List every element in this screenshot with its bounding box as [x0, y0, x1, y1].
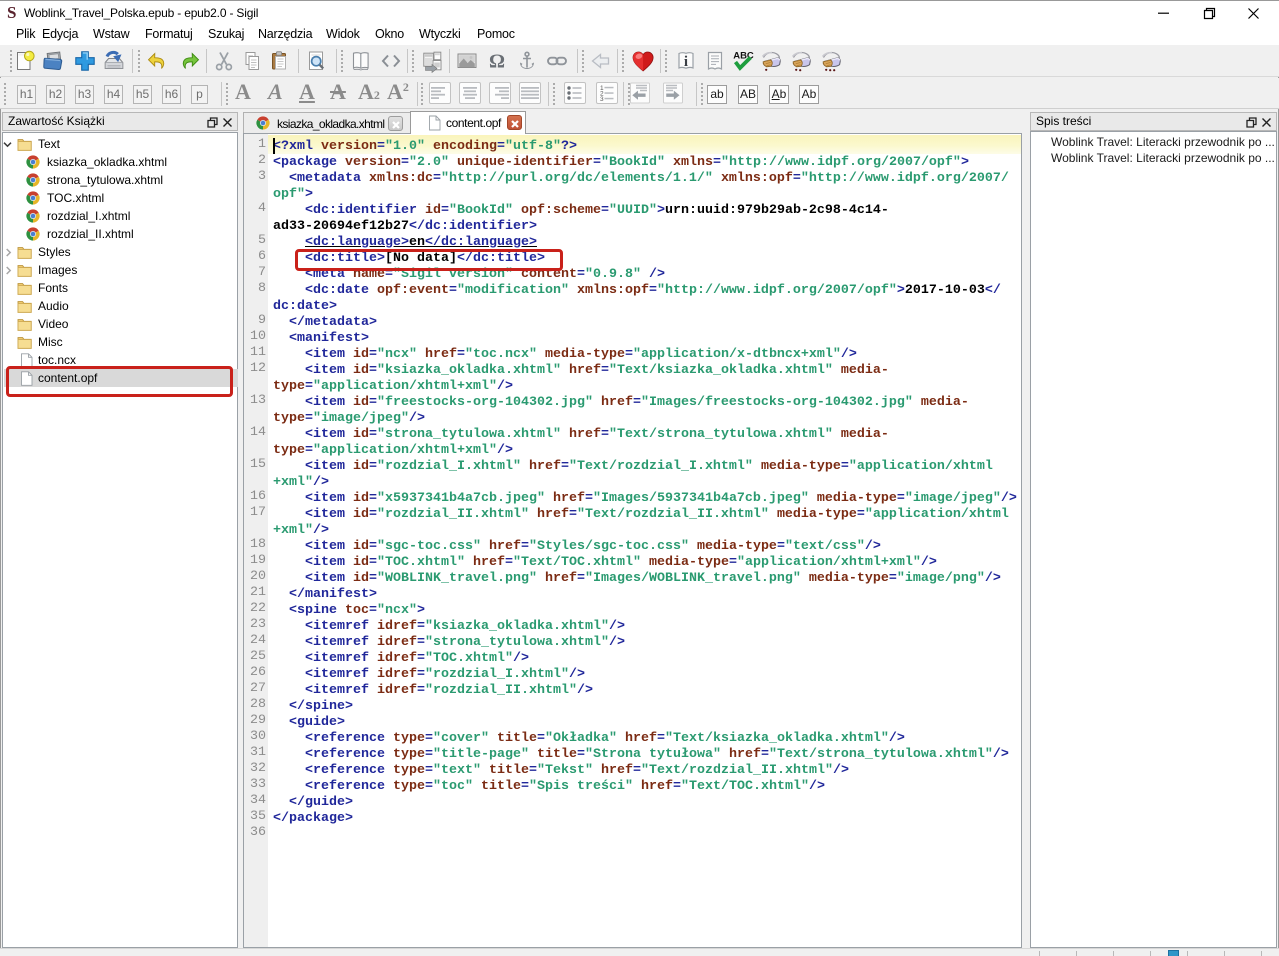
- svg-text:i: i: [684, 54, 688, 70]
- svg-text:Ω: Ω: [489, 51, 505, 73]
- svg-text:3: 3: [600, 96, 604, 103]
